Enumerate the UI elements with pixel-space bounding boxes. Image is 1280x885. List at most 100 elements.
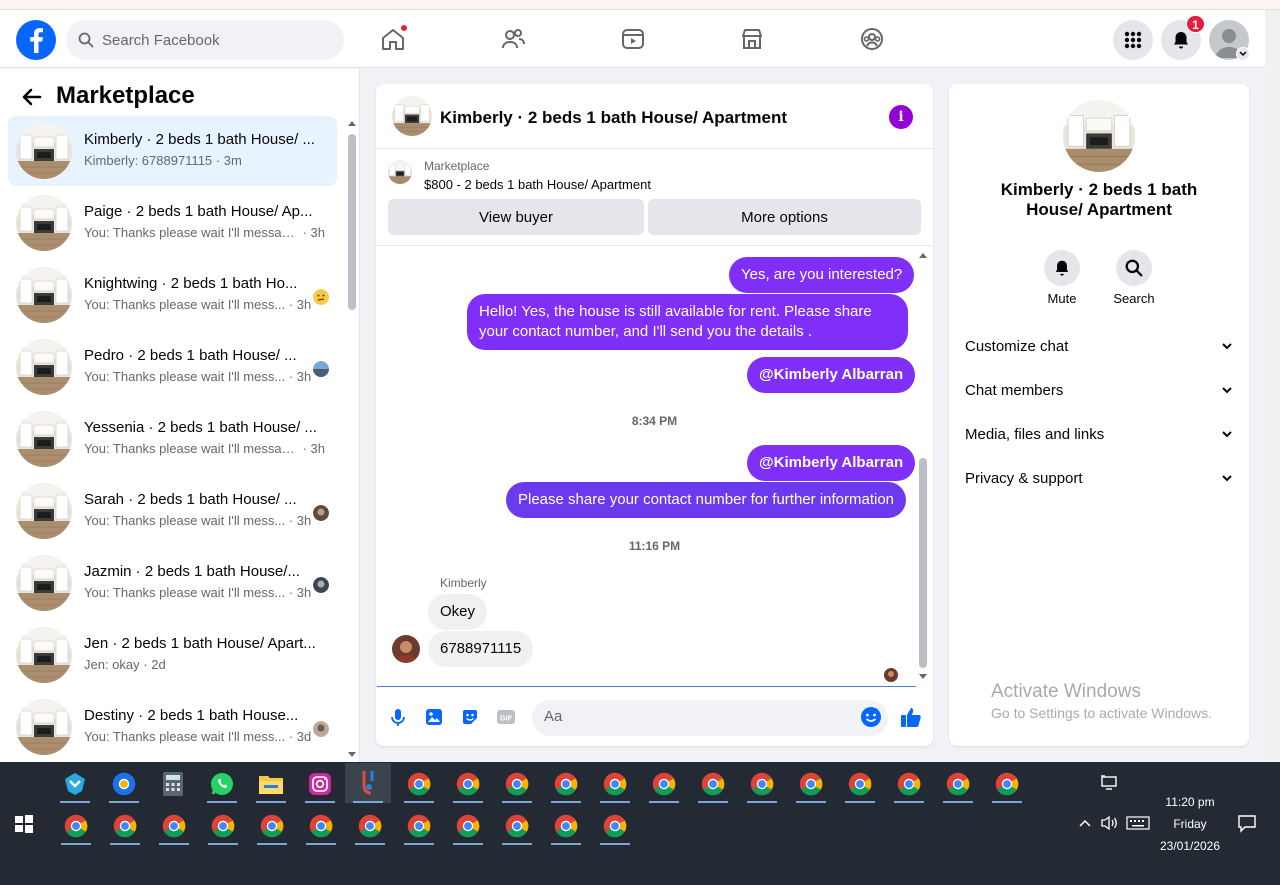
chrome-profile-icon[interactable] xyxy=(400,765,438,803)
message-input[interactable] xyxy=(544,708,844,725)
friends-nav-button[interactable] xyxy=(498,24,528,54)
voice-clip-button[interactable] xyxy=(387,706,409,728)
active-app-icon[interactable] xyxy=(345,763,391,803)
chrome-profile-icon[interactable] xyxy=(106,807,144,845)
chrome-profile-icon[interactable] xyxy=(155,807,193,845)
sidebar-scroll-thumb[interactable] xyxy=(348,134,356,310)
chrome-profile-icon[interactable] xyxy=(351,807,389,845)
message-input-box[interactable] xyxy=(532,700,888,736)
details-listing-thumbnail[interactable] xyxy=(1063,100,1135,172)
outgoing-message[interactable]: Yes, are you interested? xyxy=(729,257,915,293)
conversation-title: Kimberly · 2 beds 1 bath House/ ... xyxy=(84,131,315,148)
search-conversation-button[interactable]: Search xyxy=(1104,250,1164,306)
notification-center-icon[interactable] xyxy=(1237,813,1257,833)
like-button[interactable] xyxy=(899,705,923,729)
media-files-links-row[interactable]: Media, files and links xyxy=(957,414,1241,454)
conversation-preview: Kimberly: 6788971115 · 3m xyxy=(84,153,242,168)
volume-icon[interactable] xyxy=(1100,815,1120,831)
chrome-profile-icon[interactable] xyxy=(253,807,291,845)
listing-thumbnail xyxy=(16,483,72,539)
instagram-icon[interactable] xyxy=(301,765,339,803)
incoming-message[interactable]: Okey xyxy=(428,594,488,630)
chrome-profile-icon[interactable] xyxy=(939,765,977,803)
chrome-canary-icon[interactable] xyxy=(105,765,143,803)
sidebar-title: Marketplace xyxy=(56,82,195,109)
chevron-up-icon[interactable] xyxy=(1077,816,1093,830)
row-label: Privacy & support xyxy=(965,469,1083,487)
chrome-profile-icon[interactable] xyxy=(400,807,438,845)
more-options-button[interactable]: More options xyxy=(648,199,921,235)
listing-thumbnail xyxy=(16,411,72,467)
chrome-profile-icon[interactable] xyxy=(302,807,340,845)
mention-message[interactable]: @Kimberly Albarran xyxy=(747,445,916,481)
search-box[interactable] xyxy=(66,20,344,60)
sender-avatar[interactable] xyxy=(392,635,420,663)
chrome-profile-icon[interactable] xyxy=(890,765,928,803)
privacy-support-row[interactable]: Privacy & support xyxy=(957,458,1241,498)
conversation-item[interactable]: Sarah · 2 beds 1 bath House/ ... You: Th… xyxy=(8,476,337,546)
conversation-item[interactable]: Jazmin · 2 beds 1 bath House/... You: Th… xyxy=(8,548,337,618)
conversation-item[interactable]: Paige · 2 beds 1 bath House/ Ap... You: … xyxy=(8,188,337,258)
chrome-profile-icon[interactable] xyxy=(841,765,879,803)
info-icon[interactable]: i xyxy=(889,105,913,129)
chat-scroll-thumb[interactable] xyxy=(919,458,927,668)
chrome-profile-icon[interactable] xyxy=(645,765,683,803)
conversation-item[interactable]: Destiny · 2 beds 1 bath House... You: Th… xyxy=(8,692,337,762)
keyboard-icon[interactable] xyxy=(1126,816,1150,830)
chrome-profile-icon[interactable] xyxy=(743,765,781,803)
video-nav-button[interactable] xyxy=(618,24,648,54)
chrome-profile-icon[interactable] xyxy=(449,807,487,845)
facebook-logo-icon[interactable] xyxy=(16,20,56,60)
chat-members-row[interactable]: Chat members xyxy=(957,370,1241,410)
chrome-profile-icon[interactable] xyxy=(547,807,585,845)
emoji-button[interactable] xyxy=(860,706,882,728)
view-buyer-button[interactable]: View buyer xyxy=(388,199,644,235)
listing-price-title[interactable]: $800 - 2 beds 1 bath House/ Apartment xyxy=(424,177,651,192)
chat-title[interactable]: Kimberly · 2 beds 1 bath House/ Apartmen… xyxy=(440,108,787,128)
menu-button[interactable] xyxy=(1113,20,1153,60)
attach-photo-button[interactable] xyxy=(423,706,445,728)
chat-listing-thumbnail[interactable] xyxy=(392,96,432,136)
search-input[interactable] xyxy=(102,31,322,49)
taskbar-app-icon[interactable] xyxy=(56,765,94,803)
outgoing-message[interactable]: Hello! Yes, the house is still available… xyxy=(467,294,908,350)
account-chevron-icon[interactable] xyxy=(1236,47,1250,61)
outgoing-message[interactable]: Please share your contact number for fur… xyxy=(506,482,907,518)
chrome-profile-icon[interactable] xyxy=(694,765,732,803)
system-clock-date[interactable]: 23/01/2026 xyxy=(1150,839,1230,853)
conversation-item[interactable]: Pedro · 2 beds 1 bath House/ ... You: Th… xyxy=(8,332,337,402)
chrome-profile-icon[interactable] xyxy=(988,765,1026,803)
chrome-profile-icon[interactable] xyxy=(547,765,585,803)
system-clock-day[interactable]: Friday xyxy=(1150,817,1230,831)
conversation-item[interactable]: Yessenia · 2 beds 1 bath House/ ... You:… xyxy=(8,404,337,474)
chrome-profile-icon[interactable] xyxy=(498,765,536,803)
chrome-profile-icon[interactable] xyxy=(596,807,634,845)
conversation-item[interactable]: Jen · 2 beds 1 bath House/ Apart... Jen:… xyxy=(8,620,337,690)
chrome-profile-icon[interactable] xyxy=(792,765,830,803)
system-clock-time[interactable]: 11:20 pm xyxy=(1150,795,1230,809)
home-nav-button[interactable] xyxy=(378,24,408,54)
conversation-item[interactable]: Knightwing · 2 beds 1 bath Ho... You: Th… xyxy=(8,260,337,330)
chevron-down-icon xyxy=(1222,387,1232,394)
file-explorer-icon[interactable] xyxy=(252,765,290,803)
gif-button[interactable]: GIF xyxy=(495,706,517,728)
windows-start-icon[interactable] xyxy=(14,814,34,834)
mute-button[interactable]: Mute xyxy=(1032,250,1092,306)
chrome-profile-icon[interactable] xyxy=(204,807,242,845)
chrome-profile-icon[interactable] xyxy=(596,765,634,803)
mention-message[interactable]: @Kimberly Albarran xyxy=(747,357,916,393)
incoming-message[interactable]: 6788971115 xyxy=(428,631,534,667)
back-arrow-icon[interactable] xyxy=(20,85,44,109)
display-icon[interactable] xyxy=(1100,775,1120,791)
page-scrollbar[interactable] xyxy=(1265,10,1280,762)
customize-chat-row[interactable]: Customize chat xyxy=(957,326,1241,366)
chrome-profile-icon[interactable] xyxy=(57,807,95,845)
conversation-item[interactable]: Kimberly · 2 beds 1 bath House/ ... Kimb… xyxy=(8,116,337,186)
marketplace-nav-button[interactable] xyxy=(737,24,767,54)
chrome-profile-icon[interactable] xyxy=(498,807,536,845)
groups-nav-button[interactable] xyxy=(857,24,887,54)
whatsapp-icon[interactable] xyxy=(203,765,241,803)
sticker-button[interactable] xyxy=(459,706,481,728)
calculator-icon[interactable] xyxy=(154,765,192,803)
chrome-profile-icon[interactable] xyxy=(449,765,487,803)
